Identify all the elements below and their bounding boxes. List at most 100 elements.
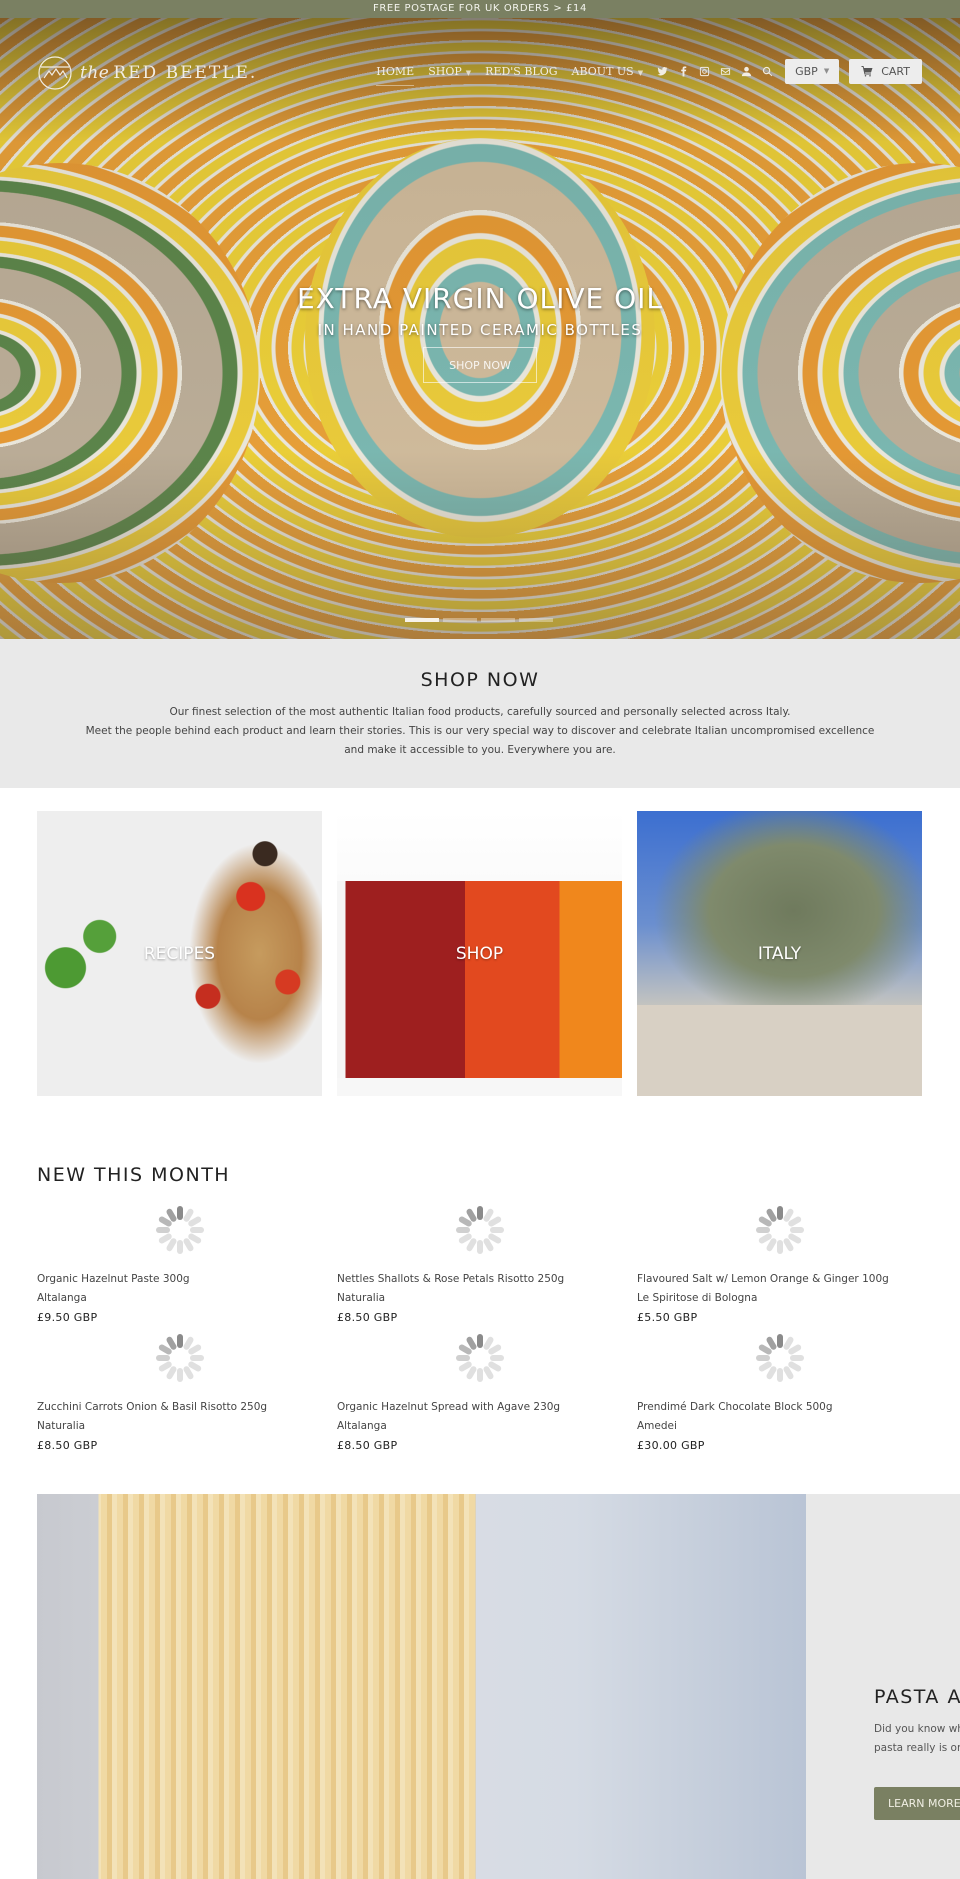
description-line: Our finest selection of the most authent…	[169, 706, 791, 718]
product-card[interactable]: Nettles Shallots & Rose Petals Risotto 2…	[337, 1198, 622, 1326]
nav-reds-blog[interactable]: RED'S BLOG	[485, 65, 557, 78]
twitter-icon[interactable]	[657, 66, 668, 77]
spinner-spoke	[489, 1227, 504, 1233]
spinner-spoke	[776, 1334, 783, 1348]
feature-heading: PASTA AT	[874, 1686, 960, 1708]
spinner-spoke	[189, 1355, 204, 1361]
product-price: £5.50 GBP	[637, 1311, 698, 1324]
spinner-spoke	[476, 1368, 483, 1382]
hero-subtitle: IN HAND PAINTED CERAMIC BOTTLES	[317, 321, 643, 339]
site-header: the RED BEETLE. HOME SHOP ▼ RED'S BLOG ABO…	[0, 38, 960, 108]
facebook-icon[interactable]	[678, 65, 689, 77]
main-nav: HOME SHOP ▼ RED'S BLOG ABOUT US ▼ GBP ▼ CA…	[376, 58, 922, 86]
instagram-icon[interactable]	[699, 66, 710, 77]
logo-link[interactable]: the RED BEETLE.	[38, 56, 257, 90]
spinner-spoke	[176, 1206, 183, 1220]
product-vendor: Le Spiritose di Bologna	[637, 1292, 758, 1304]
loading-spinner-icon	[755, 1206, 804, 1254]
spinner-spoke	[155, 1355, 170, 1361]
product-price: £30.00 GBP	[637, 1439, 705, 1452]
spinner-spoke	[755, 1355, 770, 1361]
spinner-spoke	[489, 1355, 504, 1361]
pasta-image	[37, 1494, 806, 1879]
product-grid: Organic Hazelnut Paste 300g Altalanga £9…	[37, 1198, 923, 1454]
logo-text: the RED BEETLE.	[80, 63, 257, 83]
category-tile-recipes[interactable]: RECIPES	[37, 811, 322, 1096]
description-line: Meet the people behind each product and …	[85, 725, 875, 737]
chevron-down-icon: ▼	[465, 68, 472, 77]
spinner-spoke	[776, 1368, 783, 1382]
product-card[interactable]: Organic Hazelnut Spread with Agave 230g …	[337, 1326, 622, 1454]
feature-line: pasta really is on	[874, 1742, 960, 1754]
product-price: £8.50 GBP	[337, 1439, 398, 1452]
product-card[interactable]: Zucchini Carrots Onion & Basil Risotto 2…	[37, 1326, 322, 1454]
product-price: £8.50 GBP	[337, 1311, 398, 1324]
spinner-spoke	[476, 1240, 483, 1254]
category-tiles: RECIPES SHOP ITALY	[0, 788, 960, 1096]
product-card[interactable]: Flavoured Salt w/ Lemon Orange & Ginger …	[637, 1198, 922, 1326]
currency-label: GBP	[795, 64, 818, 78]
product-card[interactable]: Prendimé Dark Chocolate Block 500g Amede…	[637, 1326, 922, 1454]
shop-now-section: SHOP NOW Our finest selection of the mos…	[0, 639, 960, 788]
nav-home-label: HOME	[376, 64, 415, 78]
nav-shop[interactable]: SHOP ▼	[428, 65, 471, 78]
slide-dot-1[interactable]	[405, 618, 439, 622]
product-vendor: Altalanga	[37, 1292, 87, 1304]
email-icon[interactable]	[720, 66, 731, 77]
category-tile-shop[interactable]: SHOP	[337, 811, 622, 1096]
product-title[interactable]: Zucchini Carrots Onion & Basil Risotto 2…	[37, 1398, 322, 1417]
product-card[interactable]: Organic Hazelnut Paste 300g Altalanga £9…	[37, 1198, 322, 1326]
loading-spinner-icon	[455, 1334, 504, 1382]
logo-mountain-icon	[38, 56, 72, 90]
feature-text-panel: PASTA AT Did you know wh pasta really is…	[806, 1494, 960, 1879]
nav-blog-label: RED'S BLOG	[485, 64, 558, 78]
logo-prefix: the	[80, 63, 110, 83]
loading-spinner-icon	[155, 1334, 204, 1382]
product-title[interactable]: Organic Hazelnut Paste 300g	[37, 1270, 322, 1289]
hero-slideshow: the RED BEETLE. HOME SHOP ▼ RED'S BLOG ABO…	[0, 18, 960, 639]
nav-shop-label: SHOP	[428, 64, 462, 78]
category-label: ITALY	[757, 943, 802, 964]
spinner-spoke	[176, 1240, 183, 1254]
shop-now-heading: SHOP NOW	[420, 669, 540, 691]
announcement-bar: FREE POSTAGE FOR UK ORDERS > £14	[0, 0, 960, 18]
spinner-spoke	[176, 1368, 183, 1382]
social-links	[657, 65, 773, 77]
nav-about-us[interactable]: ABOUT US ▼	[572, 65, 644, 78]
nav-home[interactable]: HOME	[376, 64, 415, 86]
new-this-month-section: NEW THIS MONTH Organic Hazelnut Paste 30…	[0, 1096, 960, 1454]
spinner-spoke	[189, 1227, 204, 1233]
spinner-spoke	[776, 1240, 783, 1254]
learn-more-button[interactable]: LEARN MORE	[874, 1787, 960, 1820]
cart-button[interactable]: CART	[849, 58, 922, 84]
loading-spinner-icon	[755, 1334, 804, 1382]
category-label: RECIPES	[143, 943, 216, 964]
loading-spinner-icon	[455, 1206, 504, 1254]
feature-description: Did you know wh pasta really is on	[874, 1720, 960, 1758]
product-vendor: Naturalia	[337, 1292, 386, 1304]
product-price: £9.50 GBP	[37, 1311, 98, 1324]
product-title[interactable]: Nettles Shallots & Rose Petals Risotto 2…	[337, 1270, 622, 1289]
slide-pagination	[405, 618, 553, 622]
slide-dot-3[interactable]	[481, 618, 515, 622]
hero-shop-now-button[interactable]: SHOP NOW	[423, 347, 537, 383]
spinner-spoke	[789, 1355, 804, 1361]
spinner-spoke	[455, 1355, 470, 1361]
product-vendor: Amedei	[637, 1420, 677, 1432]
description-line: and make it accessible to you. Everywher…	[344, 744, 616, 756]
slide-dot-4[interactable]	[519, 618, 553, 622]
loading-spinner-icon	[155, 1206, 204, 1254]
account-icon[interactable]	[741, 66, 752, 77]
shop-now-description: Our finest selection of the most authent…	[0, 703, 960, 760]
category-tile-italy[interactable]: ITALY	[637, 811, 922, 1096]
slide-dot-2[interactable]	[443, 618, 477, 622]
product-title[interactable]: Organic Hazelnut Spread with Agave 230g	[337, 1398, 622, 1417]
nav-about-label: ABOUT US	[571, 64, 634, 78]
product-title[interactable]: Prendimé Dark Chocolate Block 500g	[637, 1398, 922, 1417]
product-title[interactable]: Flavoured Salt w/ Lemon Orange & Ginger …	[637, 1270, 922, 1289]
cart-label: CART	[881, 64, 910, 78]
category-label: SHOP	[455, 943, 504, 964]
product-price: £8.50 GBP	[37, 1439, 98, 1452]
search-icon[interactable]	[762, 66, 773, 77]
currency-selector[interactable]: GBP ▼	[785, 58, 840, 84]
